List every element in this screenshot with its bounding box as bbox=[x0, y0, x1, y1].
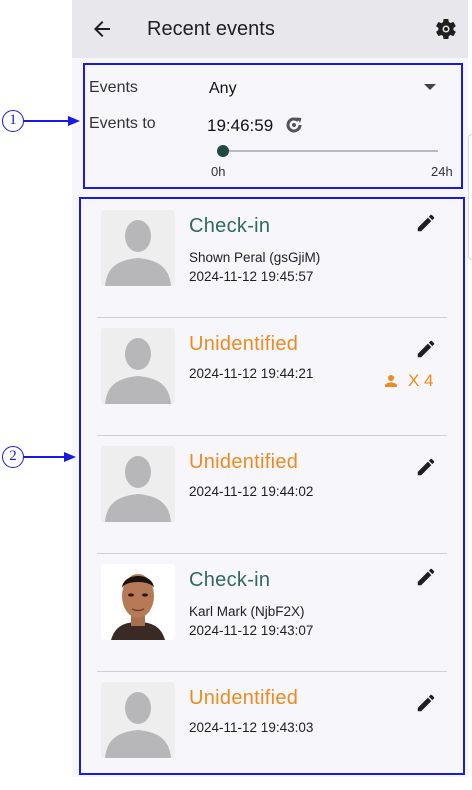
back-button[interactable] bbox=[90, 17, 114, 41]
app-bar: Recent events bbox=[72, 0, 468, 58]
avatar-placeholder bbox=[101, 446, 175, 522]
event-person-name: Shown Peral (gsGjiM) bbox=[189, 250, 321, 265]
time-slider-thumb[interactable] bbox=[217, 145, 229, 157]
event-status: Unidentified bbox=[189, 333, 299, 355]
event-row[interactable]: Check-in Shown Peral (gsGjiM) 2024-11-12 1… bbox=[97, 200, 447, 318]
callout-line-1 bbox=[24, 120, 70, 122]
events-label: Events bbox=[89, 79, 138, 96]
refresh-icon[interactable] bbox=[284, 115, 304, 135]
avatar-photo bbox=[101, 564, 175, 640]
pencil-icon bbox=[417, 568, 435, 586]
event-status: Check-in bbox=[189, 569, 271, 591]
event-row[interactable]: Check-in Karl Mark (NjbF2X) 2024-11-12 19:… bbox=[97, 554, 447, 672]
callout-arrow-1 bbox=[68, 116, 80, 126]
person-icon bbox=[385, 375, 397, 387]
edge-tab bbox=[468, 134, 472, 260]
avatar-placeholder bbox=[101, 210, 175, 286]
avatar-placeholder bbox=[101, 682, 175, 758]
event-timestamp: 2024-11-12 19:43:07 bbox=[189, 623, 314, 638]
pencil-icon bbox=[417, 340, 435, 358]
edit-button[interactable] bbox=[415, 692, 437, 714]
page-title: Recent events bbox=[147, 18, 275, 40]
match-count-label: X 4 bbox=[408, 371, 434, 390]
time-slider-track[interactable] bbox=[222, 150, 438, 152]
event-timestamp: 2024-11-12 19:45:57 bbox=[189, 269, 314, 284]
event-status: Check-in bbox=[189, 215, 271, 237]
gear-icon bbox=[436, 18, 456, 40]
events-to-label: Events to bbox=[89, 115, 156, 132]
pencil-icon bbox=[417, 694, 435, 712]
edit-button[interactable] bbox=[415, 566, 437, 588]
callout-badge-2: 2 bbox=[2, 446, 24, 468]
avatar-placeholder bbox=[101, 328, 175, 404]
edit-button[interactable] bbox=[415, 212, 437, 234]
event-row[interactable]: Unidentified 2024-11-12 19:44:02 bbox=[97, 436, 447, 554]
event-timestamp: 2024-11-12 19:44:02 bbox=[189, 484, 314, 499]
event-status: Unidentified bbox=[189, 687, 299, 709]
event-timestamp: 2024-11-12 19:44:21 bbox=[189, 366, 314, 381]
event-person-name: Karl Mark (NjbF2X) bbox=[189, 604, 305, 619]
callout-line-2 bbox=[24, 456, 66, 458]
slider-max-label: 24h bbox=[431, 164, 453, 179]
event-status: Unidentified bbox=[189, 451, 299, 473]
pencil-icon bbox=[417, 458, 435, 476]
event-row[interactable]: Unidentified 2024-11-12 19:43:03 bbox=[97, 672, 447, 790]
event-timestamp: 2024-11-12 19:43:03 bbox=[189, 720, 314, 735]
dropdown-caret-icon[interactable] bbox=[424, 84, 436, 90]
callout-badge-1: 1 bbox=[2, 110, 24, 132]
pencil-icon bbox=[417, 214, 435, 232]
events-to-time: 19:46:59 bbox=[207, 116, 274, 135]
arrow-left-icon bbox=[94, 21, 110, 37]
edit-button[interactable] bbox=[415, 338, 437, 360]
match-count[interactable]: X 4 bbox=[382, 371, 434, 391]
edit-button[interactable] bbox=[415, 456, 437, 478]
settings-button[interactable] bbox=[434, 17, 458, 41]
event-row[interactable]: Unidentified 2024-11-12 19:44:21 X 4 bbox=[97, 318, 447, 436]
slider-min-label: 0h bbox=[211, 164, 226, 179]
events-select-value[interactable]: Any bbox=[209, 80, 237, 98]
callout-arrow-2 bbox=[64, 452, 76, 462]
